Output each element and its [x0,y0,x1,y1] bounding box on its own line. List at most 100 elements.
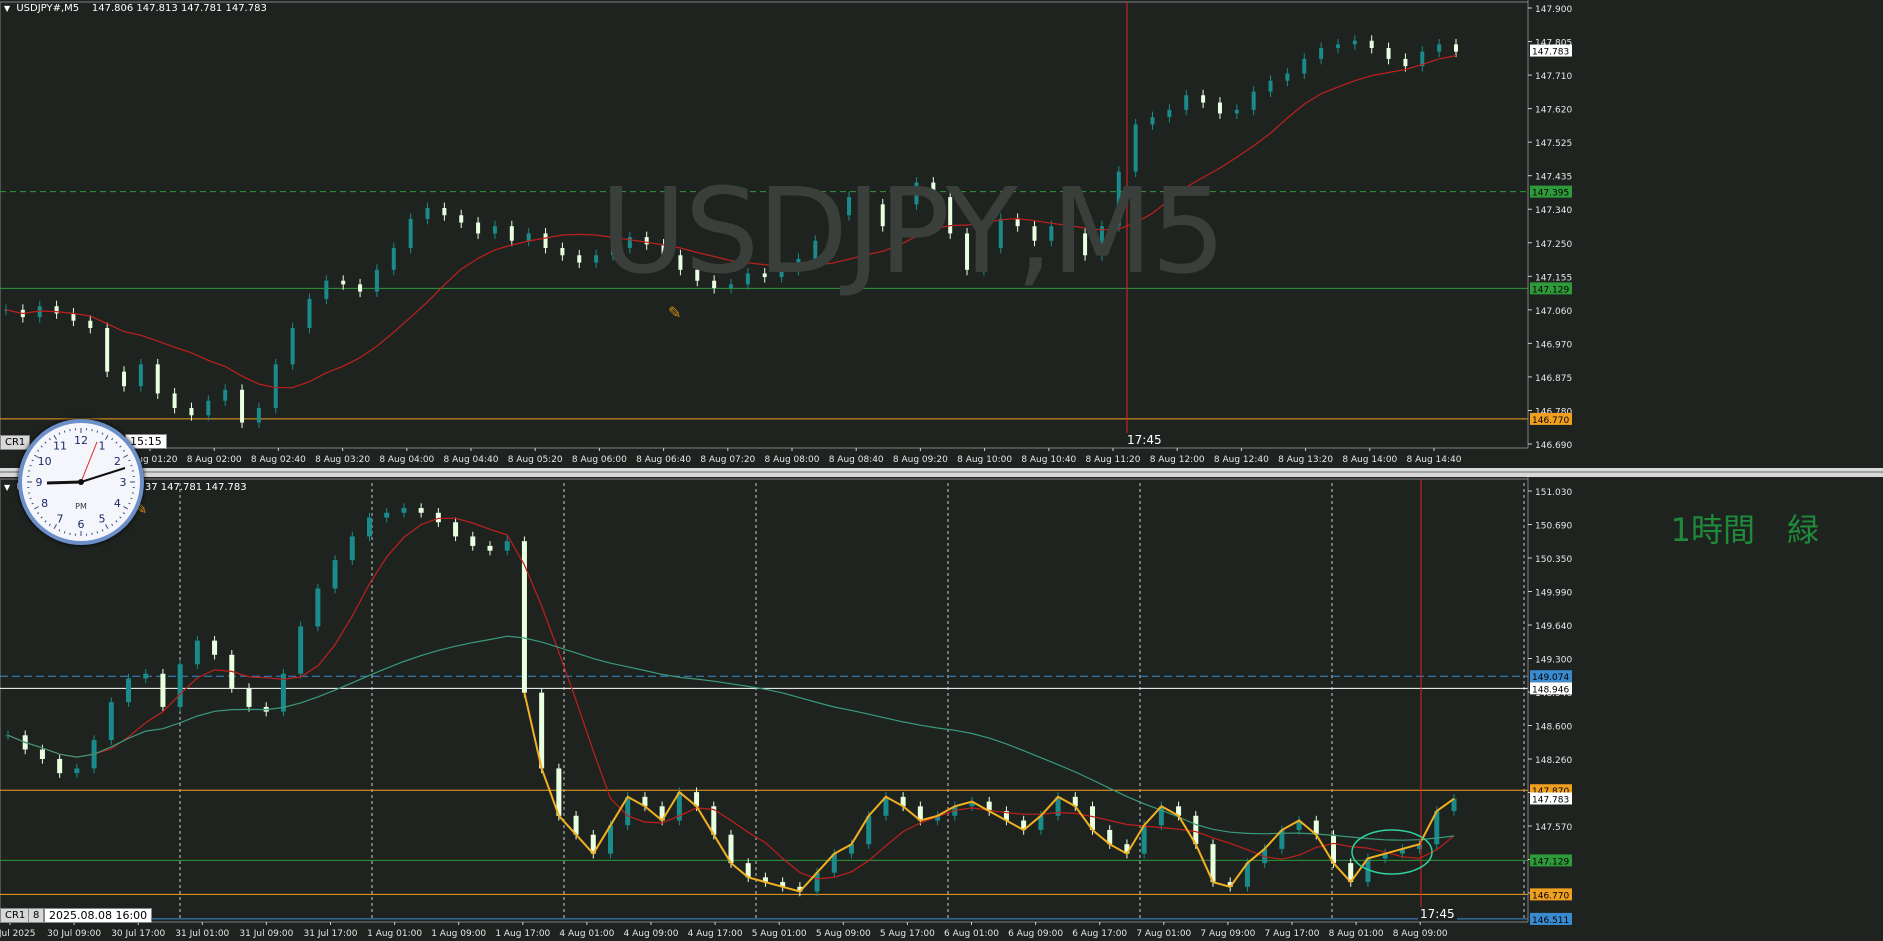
collapse-triangle-icon[interactable]: ▼ [4,483,10,492]
top-candle-body [172,393,177,408]
bottom-chart-canvas[interactable]: 149.074148.946147.870147.129146.770146.5… [0,477,1883,941]
clock-tick [123,506,129,510]
top-candle-body [459,215,464,223]
top-candle-body [341,280,346,285]
bottom-tag-num[interactable]: 8 [28,908,45,923]
clock-number: 2 [114,455,121,468]
top-candle-body [273,364,278,408]
top-candle-body [1285,73,1290,81]
clock-tick [122,449,125,452]
bottom-zigzag-line [523,692,1455,893]
bottom-ohlc: 37 147.781 147.783 [144,482,247,493]
clock-tick [40,516,43,519]
bottom-level-label: 146.511 [1532,916,1569,926]
top-candle-body [71,313,76,321]
top-candle-body [54,306,59,314]
clock-tick [115,520,118,523]
clock-tick [44,441,47,444]
top-time-tick-label: 8 Aug 12:00 [1150,455,1205,465]
bottom-tag-cr1[interactable]: CR1 [0,908,31,923]
clock-center [78,479,84,485]
symbol-watermark: USDJPY,M5 [600,162,1226,300]
top-time-tick-label: 8 Aug 08:40 [829,455,884,465]
bottom-candle-body [298,626,304,674]
top-candle-body [577,255,582,263]
bottom-candle-body [470,536,476,546]
bottom-time-tick-label: 6 Aug 01:00 [944,929,999,939]
top-candle-body [324,280,329,299]
top-chart-pane[interactable]: 147.395147.129146.770147.900147.805147.7… [0,0,1883,468]
top-price-tick-label: 147.250 [1535,240,1572,250]
bottom-candle-body [435,512,441,523]
collapse-triangle-icon[interactable]: ▼ [4,4,10,13]
clock-tick [44,520,47,523]
top-candle-body [290,328,295,365]
bottom-time-tick-label: 6 Aug 17:00 [1072,929,1127,939]
bottom-candle-body [126,678,131,703]
bottom-candle-body [212,640,218,655]
top-candle-body [1268,80,1273,92]
clock-tick [105,524,109,530]
top-candle-body [105,328,110,372]
top-price-axis [1528,0,1883,450]
top-candle-body [1251,91,1256,110]
bottom-price-tick-label: 149.640 [1535,622,1572,632]
top-time-tick-label: 8 Aug 14:40 [1407,455,1462,465]
clock-tick [31,459,34,462]
bottom-candle-body [194,640,200,665]
top-candle-body [240,389,245,423]
top-candle-body [560,248,565,256]
top-candle-body [1201,95,1206,103]
top-price-tick-label: 146.690 [1535,441,1572,451]
top-time-tick-label: 8 Aug 10:40 [1021,455,1076,465]
top-candle-body [442,208,447,216]
top-time-tick-label: 8 Aug 05:20 [508,455,563,465]
analog-clock-icon[interactable]: 12 1 2 3 4 5 6 7 8 9 10 11 PM [18,419,144,545]
top-time-tick-label: 8 Aug 04:40 [444,455,499,465]
top-candle-body [594,255,599,263]
bottom-chart-pane[interactable]: 149.074148.946147.870147.129146.770146.5… [0,477,1883,941]
clock-number: 1 [99,440,106,453]
top-crosshair-time: 17:45 [1125,433,1164,447]
clock-tick [101,529,104,532]
top-price-tick-label: 147.340 [1535,206,1572,216]
top-time-tick-label: 8 Aug 03:20 [315,455,370,465]
top-candle-body [492,226,497,234]
top-candle-body [425,208,430,219]
drawing-tool-icon[interactable]: ✎ [668,303,681,322]
bottom-time-tick-label: 5 Aug 09:00 [816,929,871,939]
top-time-tick-label: 8 Aug 06:40 [636,455,691,465]
top-time-tick-label: 8 Aug 11:20 [1086,455,1141,465]
top-candle-body [138,364,143,387]
clock-tick [96,531,99,534]
bottom-time-tick-label: 5 Aug 01:00 [752,929,807,939]
top-symbol-label: ▼ USDJPY#,M5 147.806 147.813 147.781 147… [4,3,267,14]
top-candle-body [1352,40,1357,45]
bottom-time-tick-label: 31 Jul 09:00 [239,929,293,939]
bottom-time-tick-label: 4 Aug 17:00 [688,929,743,939]
bottom-candle-body [384,512,390,518]
clock-tick [40,445,43,448]
bottom-time-tick-label: 30 Jul 09:00 [47,929,101,939]
clock-tick [58,529,61,532]
top-price-tick-label: 146.970 [1535,340,1572,350]
bottom-candle-body [487,545,493,551]
top-candle-body [307,298,312,328]
bottom-candle-body [57,758,63,774]
top-candle-body [358,284,363,292]
top-level-label: 146.770 [1532,416,1569,426]
top-candle-body [1302,58,1307,74]
top-candle-body [256,408,261,423]
top-price-tick-label: 147.710 [1535,72,1572,82]
top-time-tick-label: 8 Aug 09:20 [893,455,948,465]
top-candle-body [1167,109,1172,118]
clock-second-hand [80,441,98,483]
top-price-tick-label: 147.620 [1535,106,1572,116]
top-current-price-label: 147.783 [1532,48,1569,58]
bottom-level-label: 149.074 [1532,673,1569,683]
pane-splitter[interactable] [0,468,1883,477]
bottom-candle-body [453,522,459,537]
bottom-level-label: 148.946 [1532,685,1569,695]
clock-tick [119,516,122,519]
top-time-tick-label: 8 Aug 12:40 [1214,455,1269,465]
